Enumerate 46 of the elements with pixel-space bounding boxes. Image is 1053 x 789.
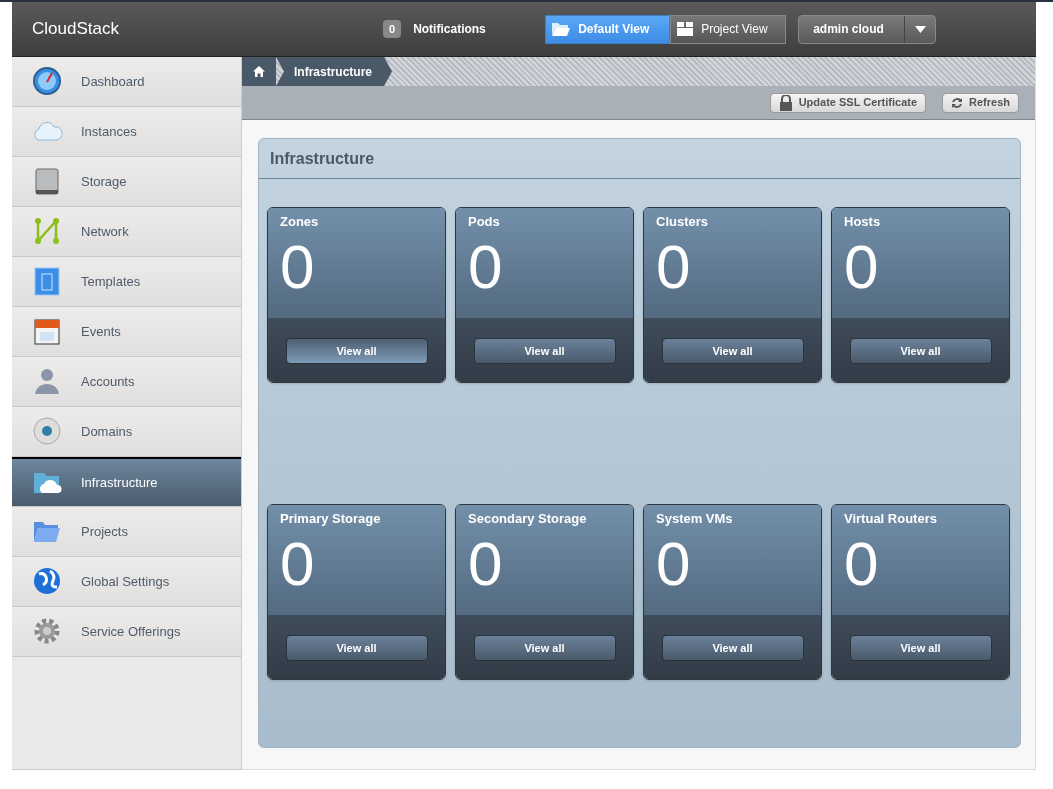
refresh-icon [951,96,964,109]
breadcrumb-link[interactable]: Infrastructure [276,57,393,86]
calendar-icon [32,316,63,347]
toolbar-button[interactable]: Refresh [942,92,1019,113]
view-all-button[interactable]: View all [661,338,804,364]
home-breadcrumb[interactable] [242,57,276,86]
card-count: 0 [280,528,316,599]
card-title: Hosts [844,213,882,231]
globe-icon [32,566,63,597]
card-count: 0 [844,231,880,302]
view-all-button[interactable]: View all [285,338,428,364]
view-tab[interactable]: Default View [545,14,671,44]
card-title: Primary Storage [280,510,382,528]
dashboard-gauge-icon [32,66,63,97]
user-menu[interactable]: admin cloud [798,14,937,44]
card-count: 0 [656,231,692,302]
card-title: Clusters [656,213,710,231]
padlock-icon [778,94,793,111]
caret-icon [914,25,926,33]
view-all-button[interactable]: View all [849,635,992,661]
notifications-link[interactable]: Notifications [413,20,546,38]
view-all-button[interactable]: View all [285,635,428,661]
disc-icon [32,416,63,447]
view-all-button[interactable]: View all [473,338,616,364]
card-title: Zones [280,213,320,231]
view-all-button[interactable]: View all [849,338,992,364]
card-title: Virtual Routers [844,510,938,528]
card-count: 0 [468,231,504,302]
card-count: 0 [656,528,692,599]
toolbar-button[interactable]: Update SSL Certificate [769,92,927,113]
sidebar-item[interactable]: Infrastructure [12,457,241,507]
home-icon [253,66,265,77]
folder-icon [552,22,571,36]
card-title: Pods [468,213,501,231]
card-title: Secondary Storage [468,510,588,528]
view-all-button[interactable]: View all [473,635,616,661]
card-count: 0 [280,231,316,302]
view-all-button[interactable]: View all [661,635,804,661]
notification-count: 0 [383,19,402,39]
card-count: 0 [468,528,504,599]
view-tab[interactable]: Project View [670,14,787,44]
card-title: System VMs [656,510,734,528]
panel-title: Infrastructure [259,139,1020,179]
app-logo: CloudStack [32,18,120,41]
card-count: 0 [844,528,880,599]
blueprint-icon [32,266,63,297]
